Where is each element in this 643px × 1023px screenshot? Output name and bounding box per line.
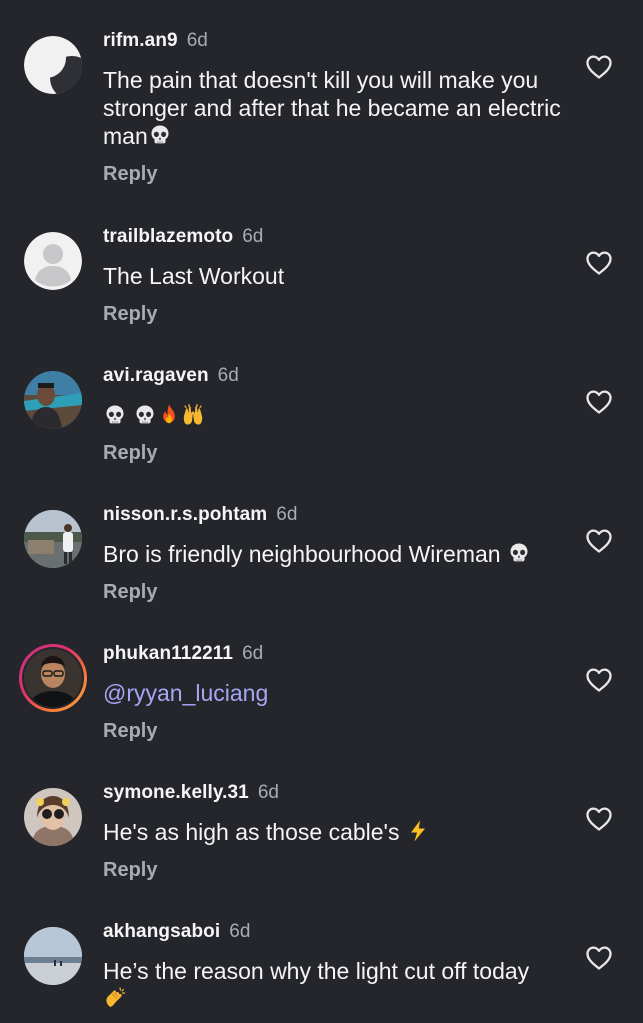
comment-meta: nisson.r.s.pohtam 6d [103, 502, 297, 528]
like-heart-icon[interactable] [585, 806, 613, 832]
reply-button[interactable]: Reply [103, 718, 157, 744]
timestamp: 6d [276, 504, 298, 525]
timestamp: 6d [229, 921, 251, 942]
avatar[interactable] [24, 788, 82, 846]
user-photo-icon [24, 371, 82, 429]
comment-text: The Last Workout [103, 263, 285, 289]
comment-meta: symone.kelly.31 6d [103, 780, 279, 806]
avatar[interactable] [24, 510, 82, 568]
comment-meta: trailblazemoto 6d [103, 224, 263, 250]
clapping-hands-icon [103, 986, 127, 1010]
timestamp: 6d [257, 782, 279, 803]
like-heart-icon[interactable] [585, 945, 613, 971]
timestamp: 6d [217, 365, 239, 386]
comment-meta: avi.ragaven 6d [103, 363, 239, 389]
skull-icon [507, 541, 531, 565]
like-heart-icon[interactable] [585, 667, 613, 693]
comment-meta: akhangsaboi 6d [103, 919, 250, 945]
half-moon-avatar-icon [24, 36, 82, 94]
username[interactable]: akhangsaboi [103, 921, 220, 942]
avatar[interactable] [24, 927, 82, 985]
username[interactable]: nisson.r.s.pohtam [103, 504, 267, 525]
username[interactable]: avi.ragaven [103, 365, 209, 386]
mention-link[interactable]: @ryyan_luciang [103, 679, 573, 707]
like-heart-icon[interactable] [585, 528, 613, 554]
like-heart-icon[interactable] [585, 54, 613, 80]
like-heart-icon[interactable] [585, 250, 613, 276]
like-heart-icon[interactable] [585, 389, 613, 415]
timestamp: 6d [242, 226, 264, 247]
avatar [22, 647, 84, 709]
reply-button[interactable]: Reply [103, 857, 157, 883]
user-photo-icon [24, 927, 82, 985]
user-photo-icon [24, 788, 82, 846]
user-photo-icon [24, 510, 82, 568]
avatar[interactable] [24, 36, 82, 94]
timestamp: 6d [242, 643, 264, 664]
comment-text-content: He’s the reason why the light cut off to… [103, 958, 530, 984]
comment-text: He’s the reason why the light cut off to… [103, 957, 573, 1013]
skull-icon [103, 403, 127, 427]
reply-button[interactable]: Reply [103, 301, 157, 327]
reply-button[interactable]: Reply [103, 440, 157, 466]
username[interactable]: trailblazemoto [103, 226, 233, 247]
comment-text-content: Bro is friendly neighbourhood Wireman [103, 541, 501, 567]
high-voltage-icon [406, 819, 430, 843]
skull-icon [148, 123, 172, 147]
comment-text-content: He's as high as those cable's [103, 819, 400, 845]
reply-button[interactable]: Reply [103, 161, 157, 187]
comment-text: Bro is friendly neighbourhood Wireman [103, 540, 573, 568]
skull-icon [133, 403, 157, 427]
avatar[interactable] [24, 371, 82, 429]
fire-icon [157, 403, 181, 427]
username[interactable]: phukan112211 [103, 643, 233, 664]
comment-emojis [103, 402, 573, 430]
default-person-avatar-icon [24, 232, 82, 290]
comment-text: He's as high as those cable's [103, 818, 573, 846]
avatar[interactable] [24, 232, 82, 290]
comment-text: The pain that doesn't kill you will make… [103, 66, 573, 150]
raising-hands-icon [181, 403, 205, 427]
reply-button[interactable]: Reply [103, 579, 157, 605]
username[interactable]: symone.kelly.31 [103, 782, 249, 803]
username[interactable]: rifm.an9 [103, 30, 178, 51]
user-photo-icon [24, 649, 82, 707]
timestamp: 6d [186, 30, 208, 51]
comment-meta: rifm.an9 6d [103, 28, 208, 54]
comment-meta: phukan112211 6d [103, 641, 263, 667]
story-ring-avatar[interactable] [19, 644, 87, 712]
